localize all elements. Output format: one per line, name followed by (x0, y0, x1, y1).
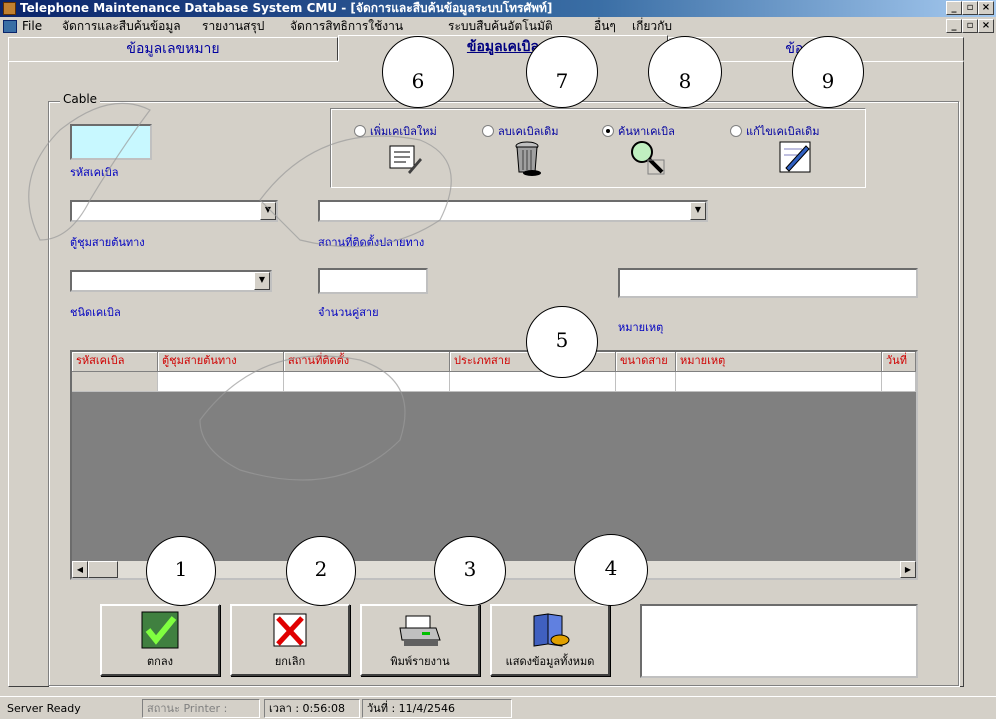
grid-col-date[interactable]: วันที่ (882, 352, 916, 372)
cable-type-label: ชนิดเคเบิล (70, 306, 121, 319)
cancel-label: ยกเลิก (274, 655, 306, 668)
magnifier-icon (631, 141, 665, 175)
grid-col-size[interactable]: ขนาดสาย (616, 352, 676, 372)
ok-label: ตกลง (147, 655, 173, 668)
mdi-maximize-button[interactable]: ▫ (962, 19, 978, 33)
callout-1: 1 (146, 536, 216, 606)
mdi-controls: _ ▫ × (946, 19, 994, 33)
menu-manage[interactable]: จัดการและสืบค้นข้อมูล (62, 17, 181, 36)
document-icon (389, 145, 422, 174)
print-report-button[interactable]: พิมพ์รายงาน (360, 604, 480, 676)
grid-col-remark[interactable]: หมายเหตุ (676, 352, 882, 372)
origin-cabinet-label: ตู้ชุมสายต้นทาง (70, 236, 145, 249)
printer-icon (399, 615, 441, 646)
destination-label: สถานที่ติดตั้งปลายทาง (318, 236, 425, 249)
cable-code-input[interactable] (70, 124, 152, 160)
radio-edit-label: แก้ไขเคเบิลเดิม (746, 125, 820, 138)
show-all-button[interactable]: แสดงข้อมูลทั้งหมด (490, 604, 610, 676)
window-controls: _ ▫ × (946, 1, 994, 15)
grid-col-origin[interactable]: ตู้ชุมสายต้นทาง (158, 352, 284, 372)
cable-type-combo[interactable]: ▼ (70, 270, 272, 292)
status-bar: Server Ready สถานะ Printer : เวลา : 0:56… (0, 696, 996, 719)
status-printer: สถานะ Printer : (142, 699, 260, 718)
callout-3: 3 (434, 536, 506, 606)
menu-report[interactable]: รายงานสรุป (202, 17, 264, 36)
remark-label: หมายเหตุ (618, 321, 664, 334)
callout-8: 8 (648, 36, 722, 108)
radio-dot-checked[interactable] (602, 125, 614, 137)
radio-dot[interactable] (730, 125, 742, 137)
menu-file[interactable]: File (22, 17, 42, 36)
radio-add-cable[interactable]: เพิ่มเคเบิลใหม่ (354, 122, 437, 140)
menu-about[interactable]: เกี่ยวกับ (632, 17, 672, 36)
status-time: เวลา : 0:56:08 (264, 699, 360, 718)
cable-code-label: รหัสเคเบิล (70, 166, 119, 179)
cable-group-title: Cable (60, 92, 101, 106)
tab-number-data[interactable]: ข้อมูลเลขหมาย (8, 37, 338, 61)
message-box[interactable] (640, 604, 918, 678)
callout-6: 6 (382, 36, 454, 108)
callout-2: 2 (286, 536, 356, 606)
callout-4: 4 (574, 534, 648, 606)
menu-permission[interactable]: จัดการสิทธิการใช้งาน (290, 17, 403, 36)
maximize-button[interactable]: ▫ (962, 1, 978, 15)
radio-add-label: เพิ่มเคเบิลใหม่ (370, 125, 437, 138)
grid-col-location[interactable]: สถานที่ติดตั้ง (284, 352, 450, 372)
pair-count-input[interactable] (318, 268, 428, 294)
scroll-right-icon[interactable]: ▶ (900, 561, 916, 578)
radio-dot[interactable] (482, 125, 494, 137)
menu-other[interactable]: อื่นๆ (594, 17, 616, 36)
scroll-thumb[interactable] (88, 561, 118, 578)
status-server: Server Ready (7, 702, 81, 715)
cancel-icon (273, 613, 307, 647)
app-icon (3, 2, 16, 15)
trash-icon (515, 141, 541, 176)
radio-dot[interactable] (354, 125, 366, 137)
menu-bar: File จัดการและสืบค้นข้อมูล รายงานสรุป จั… (0, 17, 996, 36)
ok-button[interactable]: ตกลง (100, 604, 220, 676)
grid-col-cable-code[interactable]: รหัสเคเบิล (72, 352, 158, 372)
status-date: วันที่ : 11/4/2546 (362, 699, 512, 718)
destination-combo[interactable]: ▼ (318, 200, 708, 222)
checkmark-icon (141, 611, 179, 649)
grid-header: รหัสเคเบิล ตู้ชุมสายต้นทาง สถานที่ติดตั้… (72, 352, 916, 372)
scroll-left-icon[interactable]: ◀ (72, 561, 88, 578)
cancel-button[interactable]: ยกเลิก (230, 604, 350, 676)
chevron-down-icon[interactable]: ▼ (260, 202, 276, 220)
remark-input[interactable] (618, 268, 918, 298)
callout-9: 9 (792, 36, 864, 108)
window-title: Telephone Maintenance Database System CM… (20, 1, 553, 15)
minimize-button[interactable]: _ (946, 1, 962, 15)
print-report-label: พิมพ์รายงาน (390, 655, 450, 668)
callout-5: 5 (526, 306, 598, 378)
origin-cabinet-combo[interactable]: ▼ (70, 200, 278, 222)
mdi-minimize-button[interactable]: _ (946, 19, 962, 33)
table-row[interactable] (72, 372, 916, 392)
close-button[interactable]: × (978, 1, 994, 15)
menu-auto-search[interactable]: ระบบสืบค้นอัตโนมัติ (448, 17, 553, 36)
mdi-close-button[interactable]: × (978, 19, 994, 33)
radio-edit-cable[interactable]: แก้ไขเคเบิลเดิม (730, 122, 820, 140)
edit-icon (779, 141, 811, 173)
book-phone-icon (533, 613, 570, 647)
show-all-label: แสดงข้อมูลทั้งหมด (505, 655, 595, 668)
title-bar: Telephone Maintenance Database System CM… (0, 0, 996, 17)
pair-count-label: จำนวนคู่สาย (318, 306, 379, 319)
system-menu-icon[interactable] (3, 20, 17, 33)
callout-7: 7 (526, 36, 598, 108)
chevron-down-icon[interactable]: ▼ (254, 272, 270, 290)
chevron-down-icon[interactable]: ▼ (690, 202, 706, 220)
